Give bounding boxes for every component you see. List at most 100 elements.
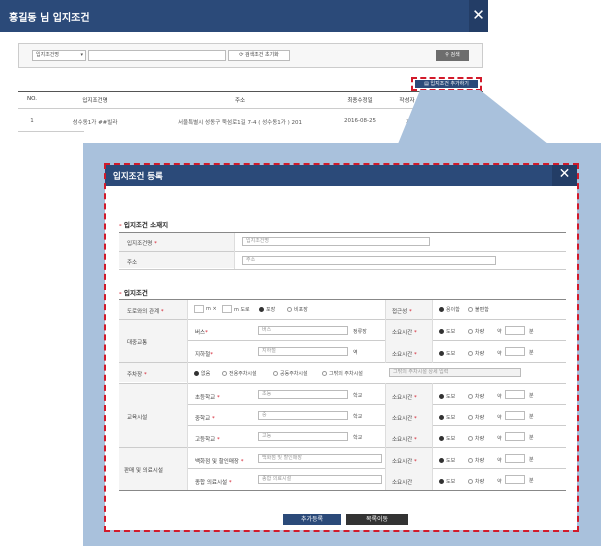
car-radio[interactable]: 차량 bbox=[468, 435, 484, 442]
time-label: 소요시간 bbox=[392, 480, 413, 486]
parking-detail-input[interactable]: 그밖의 주차시설 상세 입력 bbox=[389, 368, 521, 377]
walk-radio[interactable]: 도보 bbox=[439, 435, 455, 442]
walk-radio[interactable]: 도보 bbox=[439, 393, 455, 400]
parking-none-radio[interactable]: 없음 bbox=[194, 370, 210, 377]
dept-input[interactable]: 백화점 및 할인매장 bbox=[258, 454, 382, 463]
search-label: 검색 bbox=[450, 52, 460, 58]
minutes-input[interactable] bbox=[505, 411, 525, 420]
close-icon[interactable]: ✕ bbox=[469, 0, 488, 32]
vdivider bbox=[385, 300, 386, 363]
road-unpaved-radio[interactable]: 비포장 bbox=[287, 306, 308, 313]
elementary-input[interactable]: 초등 bbox=[258, 390, 348, 399]
car-radio[interactable]: 차량 bbox=[468, 414, 484, 421]
divider bbox=[187, 468, 566, 469]
walk-radio[interactable]: 도보 bbox=[439, 478, 455, 485]
high-label: 고등학교 * bbox=[195, 437, 220, 443]
row-no: 1 bbox=[30, 118, 34, 124]
vdivider bbox=[187, 300, 188, 490]
minutes-input[interactable] bbox=[505, 326, 525, 335]
dept-label: 백화점 및 할인매장 * bbox=[195, 459, 244, 465]
bus-unit: 정류장 bbox=[353, 329, 367, 335]
subway-label: 지하철* bbox=[195, 352, 213, 358]
road-length-input[interactable] bbox=[222, 305, 232, 313]
car-radio[interactable]: 차량 bbox=[468, 393, 484, 400]
vdivider bbox=[385, 383, 386, 490]
search-input[interactable] bbox=[88, 50, 226, 61]
min-text: 분 bbox=[529, 350, 534, 356]
addr-label: 주소 bbox=[127, 260, 138, 266]
divider bbox=[119, 251, 566, 252]
address-input[interactable]: 주소 bbox=[242, 256, 496, 265]
minutes-input[interactable] bbox=[505, 454, 525, 463]
road-m1: m × bbox=[206, 306, 217, 312]
walk-radio[interactable]: 도보 bbox=[439, 414, 455, 421]
time-label: 소요시간 * bbox=[392, 416, 417, 422]
about-text: 약 bbox=[497, 329, 502, 335]
minutes-input[interactable] bbox=[505, 390, 525, 399]
reset-label: 검색조건 초기화 bbox=[244, 52, 279, 58]
car-radio[interactable]: 차량 bbox=[468, 457, 484, 464]
vdivider bbox=[234, 233, 235, 269]
section-conditions: 입지조건 bbox=[119, 287, 148, 297]
divider bbox=[187, 425, 566, 426]
min-text: 분 bbox=[529, 435, 534, 441]
road-paved-radio[interactable]: 포장 bbox=[259, 306, 275, 313]
minutes-input[interactable] bbox=[505, 432, 525, 441]
time-label: 소요시간 * bbox=[392, 330, 417, 336]
subway-unit: 역 bbox=[353, 350, 358, 356]
access-hard-radio[interactable]: 불편함 bbox=[468, 306, 489, 313]
walk-radio[interactable]: 도보 bbox=[439, 328, 455, 335]
search-button[interactable]: ⚲ 검색 bbox=[436, 50, 469, 61]
minutes-input[interactable] bbox=[505, 347, 525, 356]
car-radio[interactable]: 차량 bbox=[468, 350, 484, 357]
list-button[interactable]: 목록이동 bbox=[346, 514, 408, 525]
road-width-input[interactable] bbox=[194, 305, 204, 313]
hosp-label: 종합 의료시설 * bbox=[195, 480, 232, 486]
bus-input[interactable]: 버스 bbox=[258, 326, 348, 335]
header-no: NO. bbox=[27, 96, 37, 102]
car-radio[interactable]: 차량 bbox=[468, 328, 484, 335]
min-text: 분 bbox=[529, 329, 534, 335]
window-title: 홍길동 님 입지조건 bbox=[9, 13, 90, 24]
car-radio[interactable]: 차량 bbox=[468, 478, 484, 485]
walk-radio[interactable]: 도보 bbox=[439, 350, 455, 357]
about-text: 약 bbox=[497, 351, 502, 357]
parking-private-radio[interactable]: 전용주차시설 bbox=[222, 370, 257, 377]
save-button[interactable]: 추가등록 bbox=[283, 514, 341, 525]
search-bar: 입지조건명 ▾ ⟳ 검색조건 초기화 ⚲ 검색 bbox=[18, 43, 483, 68]
min-text: 분 bbox=[529, 393, 534, 399]
school-unit: 학교 bbox=[353, 393, 363, 399]
parking-shared-radio[interactable]: 공동주차시설 bbox=[273, 370, 308, 377]
subway-input[interactable]: 지하철 bbox=[258, 347, 348, 356]
shop-label: 판매 및 의료시설 bbox=[124, 468, 163, 474]
vdivider bbox=[432, 383, 433, 490]
header-name: 입지조건명 bbox=[82, 98, 108, 104]
middle-input[interactable]: 중 bbox=[258, 411, 348, 420]
parking-other-radio[interactable]: 그밖의 주차시설 bbox=[322, 370, 363, 377]
about-text: 약 bbox=[497, 415, 502, 421]
high-input[interactable]: 고등 bbox=[258, 432, 348, 441]
header-address: 주소 bbox=[234, 98, 246, 104]
access-label: 접근성 * bbox=[392, 309, 412, 315]
about-text: 약 bbox=[497, 436, 502, 442]
select-value: 입지조건명 bbox=[36, 52, 60, 58]
road-m2: m 도로 bbox=[234, 307, 250, 313]
walk-radio[interactable]: 도보 bbox=[439, 457, 455, 464]
time-label: 소요시간 * bbox=[392, 352, 417, 358]
reset-search-button[interactable]: ⟳ 검색조건 초기화 bbox=[228, 50, 290, 61]
time-label: 소요시간 * bbox=[392, 459, 417, 465]
time-label: 소요시간 * bbox=[392, 437, 417, 443]
location-name-input[interactable]: 입지조건명 bbox=[242, 237, 430, 246]
education-label: 교육시설 bbox=[127, 415, 148, 421]
hosp-input[interactable]: 종합 의료시설 bbox=[258, 475, 382, 484]
min-text: 분 bbox=[529, 478, 534, 484]
vdivider bbox=[432, 300, 433, 363]
minutes-input[interactable] bbox=[505, 475, 525, 484]
search-type-select[interactable]: 입지조건명 ▾ bbox=[32, 50, 86, 61]
divider bbox=[187, 404, 566, 405]
about-text: 약 bbox=[497, 479, 502, 485]
bus-label: 버스* bbox=[195, 330, 208, 336]
time-label: 소요시간 * bbox=[392, 395, 417, 401]
school-unit: 학교 bbox=[353, 435, 363, 441]
access-easy-radio[interactable]: 용이함 bbox=[439, 306, 460, 313]
